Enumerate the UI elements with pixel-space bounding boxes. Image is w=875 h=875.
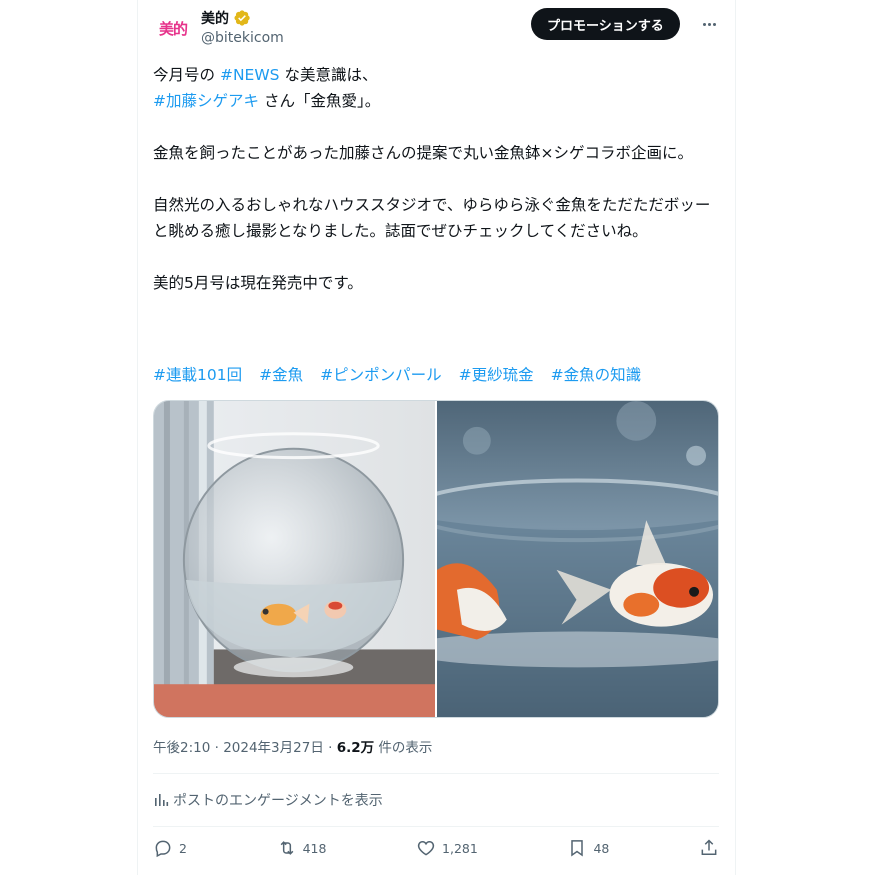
avatar-text: 美的 [158, 19, 188, 38]
view-count: 6.2万 [336, 740, 375, 756]
action-bar: 2 418 1,281 48 [153, 838, 719, 858]
reply-count: 2 [179, 840, 187, 856]
divider [153, 826, 719, 827]
repost-button[interactable]: 418 [277, 838, 327, 858]
hashtag-link[interactable]: #金魚の知識 [551, 363, 642, 385]
heart-icon [417, 840, 435, 856]
hashtag-link[interactable]: #NEWS [220, 66, 280, 84]
hashtag-link[interactable]: #加藤シゲアキ [153, 92, 259, 110]
timestamp[interactable]: 午後2:10 · 2024年3月27日 · [153, 740, 337, 756]
post-text: 今月号の #NEWS な美意識は、 #加藤シゲアキ さん「金魚愛」。 金魚を飼っ… [153, 62, 723, 296]
bookmark-icon [571, 840, 584, 857]
media-grid [153, 400, 719, 718]
analytics-icon [155, 794, 169, 806]
hashtag-link[interactable]: #更紗琉金 [459, 363, 534, 385]
promote-button[interactable]: プロモーションする [531, 8, 680, 40]
reply-button[interactable]: 2 [153, 838, 187, 858]
post-paragraph-2: 金魚を飼ったことがあった加藤さんの提案で丸い金魚鉢×シゲコラボ企画に。 [153, 144, 693, 162]
post-meta: 午後2:10 · 2024年3月27日 · 6.2万 件の表示 [153, 736, 432, 756]
bookmark-count: 48 [593, 840, 610, 856]
repost-icon [280, 841, 293, 855]
display-name[interactable]: 美的 [201, 8, 229, 28]
hashtag-list: #連載101回 #金魚 #ピンポンパール #更紗琉金 #金魚の知識 [153, 363, 641, 385]
handle[interactable]: @bitekicom [201, 30, 284, 46]
divider [153, 773, 719, 774]
reply-icon [155, 840, 171, 858]
post-line-1: 今月号の #NEWS な美意識は、 [153, 62, 723, 88]
post-paragraph-4: 美的5月号は現在発売中です。 [153, 274, 363, 292]
view-label: 件の表示 [374, 740, 433, 756]
photo-goldfish-closeup[interactable] [437, 401, 718, 717]
repost-count: 418 [302, 840, 327, 856]
hashtag-link[interactable]: #ピンポンパール [320, 363, 442, 385]
view-engagement-link[interactable]: ポストのエンゲージメントを表示 [153, 790, 383, 810]
share-button[interactable] [699, 838, 719, 858]
hashtag-link[interactable]: #金魚 [259, 363, 303, 385]
post: 美的 美的 @bitekicom プロモーションする 今月号の #NEWS な美… [137, 0, 735, 875]
right-border [735, 0, 736, 875]
more-options-icon[interactable] [699, 14, 719, 34]
like-count: 1,281 [442, 840, 478, 856]
text-segment: 今月号の [153, 66, 216, 84]
bookmark-button[interactable]: 48 [567, 838, 609, 858]
verified-badge-icon [234, 10, 250, 26]
share-icon [701, 839, 717, 855]
post-paragraph-3: 自然光の入るおしゃれなハウススタジオで、ゆらゆら泳ぐ金魚をただただボッーと眺める… [153, 196, 711, 240]
avatar[interactable]: 美的 [153, 8, 193, 48]
photo-goldfish-bowl[interactable] [154, 401, 435, 717]
like-button[interactable]: 1,281 [416, 838, 478, 858]
author-name-row[interactable]: 美的 [201, 8, 251, 28]
hashtag-link[interactable]: #連載101回 [153, 363, 242, 385]
post-line-2: #加藤シゲアキ さん「金魚愛」。 [153, 88, 723, 114]
analytics-label: ポストのエンゲージメントを表示 [173, 793, 383, 809]
text-segment: な美意識は、 [284, 66, 378, 84]
text-segment: さん「金魚愛」。 [263, 92, 381, 110]
